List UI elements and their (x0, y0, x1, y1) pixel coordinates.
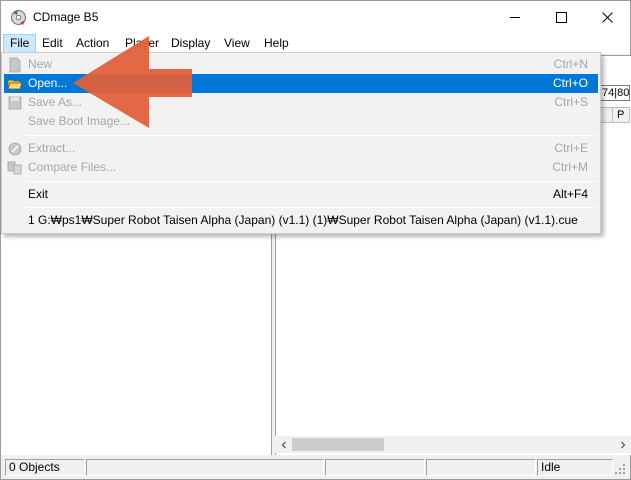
menu-bar: File Edit Action Player Display View Hel… (1, 34, 630, 54)
window-title: CDmage B5 (33, 10, 99, 24)
menu-item-label: Compare Files... (28, 160, 117, 174)
menu-item-save-as[interactable]: Save As... Ctrl+S (4, 93, 598, 112)
menu-separator (26, 207, 596, 208)
close-button[interactable] (584, 1, 630, 34)
menu-item-recent-1[interactable]: 1 G:₩ps1₩Super Robot Taisen Alpha (Japan… (4, 211, 598, 230)
status-cell-3 (325, 459, 425, 476)
menu-item-shortcut: Ctrl+N (553, 57, 588, 71)
menu-item-shortcut: Ctrl+S (554, 95, 588, 109)
menu-item-label: Exit (28, 187, 49, 201)
maximize-icon (555, 12, 567, 23)
list-header-column[interactable]: P (617, 108, 624, 122)
header-divider (612, 108, 613, 122)
menu-item-shortcut: Ctrl+M (552, 160, 588, 174)
menu-item-label: Save As... (28, 95, 83, 109)
compare-icon (7, 161, 22, 175)
menu-item-save-boot-image[interactable]: Save Boot Image... (4, 112, 598, 131)
menu-item-label: Extract... (28, 141, 76, 155)
sector-field[interactable]: 74|80 (599, 85, 630, 101)
menu-edit[interactable]: Edit (36, 34, 69, 54)
menu-item-label: Save Boot Image... (28, 114, 131, 128)
status-cell-2 (86, 459, 324, 476)
open-folder-icon (7, 79, 23, 90)
menu-view[interactable]: View (218, 34, 256, 54)
menu-separator (26, 135, 596, 136)
menu-file[interactable]: File (3, 34, 37, 54)
open-menu-item[interactable]: Open... Ctrl+O (4, 74, 598, 93)
menu-item-compare-files[interactable]: Compare Files... Ctrl+M (4, 158, 598, 177)
title-bar[interactable]: CDmage B5 (1, 1, 630, 34)
chevron-right-icon (620, 441, 625, 448)
new-file-icon (9, 57, 21, 73)
status-cell-4 (426, 459, 536, 476)
horizontal-scrollbar[interactable] (275, 436, 631, 453)
menu-item-label: 1 G:₩ps1₩Super Robot Taisen Alpha (Japan… (28, 213, 578, 227)
maximize-button[interactable] (538, 1, 584, 34)
scroll-right-button[interactable] (614, 436, 631, 453)
menu-action[interactable]: Action (70, 34, 115, 54)
close-icon (601, 12, 613, 23)
status-bar: 0 Objects Idle (1, 457, 630, 479)
menu-separator (26, 181, 596, 182)
menu-item-exit[interactable]: Exit Alt+F4 (4, 185, 598, 204)
scroll-left-button[interactable] (275, 436, 292, 453)
status-objects: 0 Objects (5, 459, 85, 476)
menu-item-shortcut: Alt+F4 (552, 187, 588, 201)
minimize-button[interactable] (492, 1, 538, 34)
menu-item-shortcut: Ctrl+O (552, 76, 588, 90)
cdmage-app-icon[interactable] (10, 9, 27, 26)
file-menu-dropdown: New Ctrl+N Open... Ctrl+O Save As... Ctr… (1, 52, 601, 234)
status-state: Idle (537, 459, 613, 476)
menu-item-label: New (28, 57, 53, 71)
menu-help[interactable]: Help (258, 34, 295, 54)
save-icon (8, 96, 22, 110)
chevron-left-icon (281, 441, 286, 448)
menu-item-extract[interactable]: Extract... Ctrl+E (4, 139, 598, 158)
list-header[interactable]: P (599, 107, 630, 123)
scroll-thumb[interactable] (292, 438, 384, 451)
minimize-icon (509, 17, 520, 18)
menu-item-shortcut: Ctrl+E (554, 141, 588, 155)
resize-grip-icon[interactable] (613, 462, 627, 476)
menu-item-label: Open... (28, 76, 68, 90)
extract-icon (8, 142, 22, 156)
menu-item-new[interactable]: New Ctrl+N (4, 55, 598, 74)
menu-display[interactable]: Display (165, 34, 216, 54)
menu-player[interactable]: Player (119, 34, 165, 54)
